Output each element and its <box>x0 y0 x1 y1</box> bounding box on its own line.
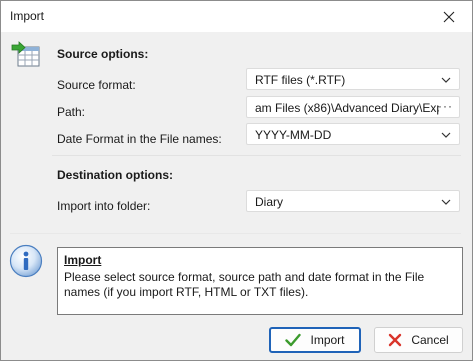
date-format-select[interactable]: YYYY-MM-DD <box>246 123 460 145</box>
path-input[interactable]: am Files (x86)\Advanced Diary\Export ··· <box>246 96 460 118</box>
section-divider <box>52 155 461 156</box>
close-button[interactable] <box>426 1 472 32</box>
chevron-down-icon <box>441 199 451 205</box>
date-format-value: YYYY-MM-DD <box>255 128 332 142</box>
browse-button[interactable]: ··· <box>438 99 453 113</box>
info-icon <box>9 244 43 278</box>
info-title: Import <box>64 253 102 267</box>
import-folder-value: Diary <box>255 195 284 209</box>
chevron-down-icon <box>441 77 451 83</box>
info-panel: Import Please select source format, sour… <box>57 247 463 315</box>
path-value: am Files (x86)\Advanced Diary\Export <box>255 101 439 115</box>
import-folder-label: Import into folder: <box>57 199 151 213</box>
source-options-heading: Source options: <box>57 47 149 61</box>
date-format-label: Date Format in the File names: <box>57 132 222 146</box>
info-text: Please select source format, source path… <box>64 270 425 299</box>
title-bar: Import <box>1 1 472 32</box>
close-icon <box>443 11 455 22</box>
cancel-button-label: Cancel <box>411 333 449 347</box>
import-button[interactable]: Import <box>269 327 361 353</box>
cross-icon <box>389 333 402 347</box>
path-label: Path: <box>57 105 86 119</box>
import-dialog: Import Source options: Source format: RT… <box>0 0 473 361</box>
checkmark-icon <box>285 333 302 347</box>
source-format-select[interactable]: RTF files (*.RTF) <box>246 68 460 90</box>
import-table-icon <box>11 41 40 67</box>
import-button-label: Import <box>310 333 345 347</box>
chevron-down-icon <box>441 132 451 138</box>
cancel-button[interactable]: Cancel <box>374 327 463 353</box>
source-format-value: RTF files (*.RTF) <box>255 73 346 87</box>
window-title: Import <box>10 9 45 23</box>
import-folder-select[interactable]: Diary <box>246 190 460 212</box>
info-divider <box>10 233 461 234</box>
source-format-label: Source format: <box>57 78 136 92</box>
destination-options-heading: Destination options: <box>57 168 173 182</box>
